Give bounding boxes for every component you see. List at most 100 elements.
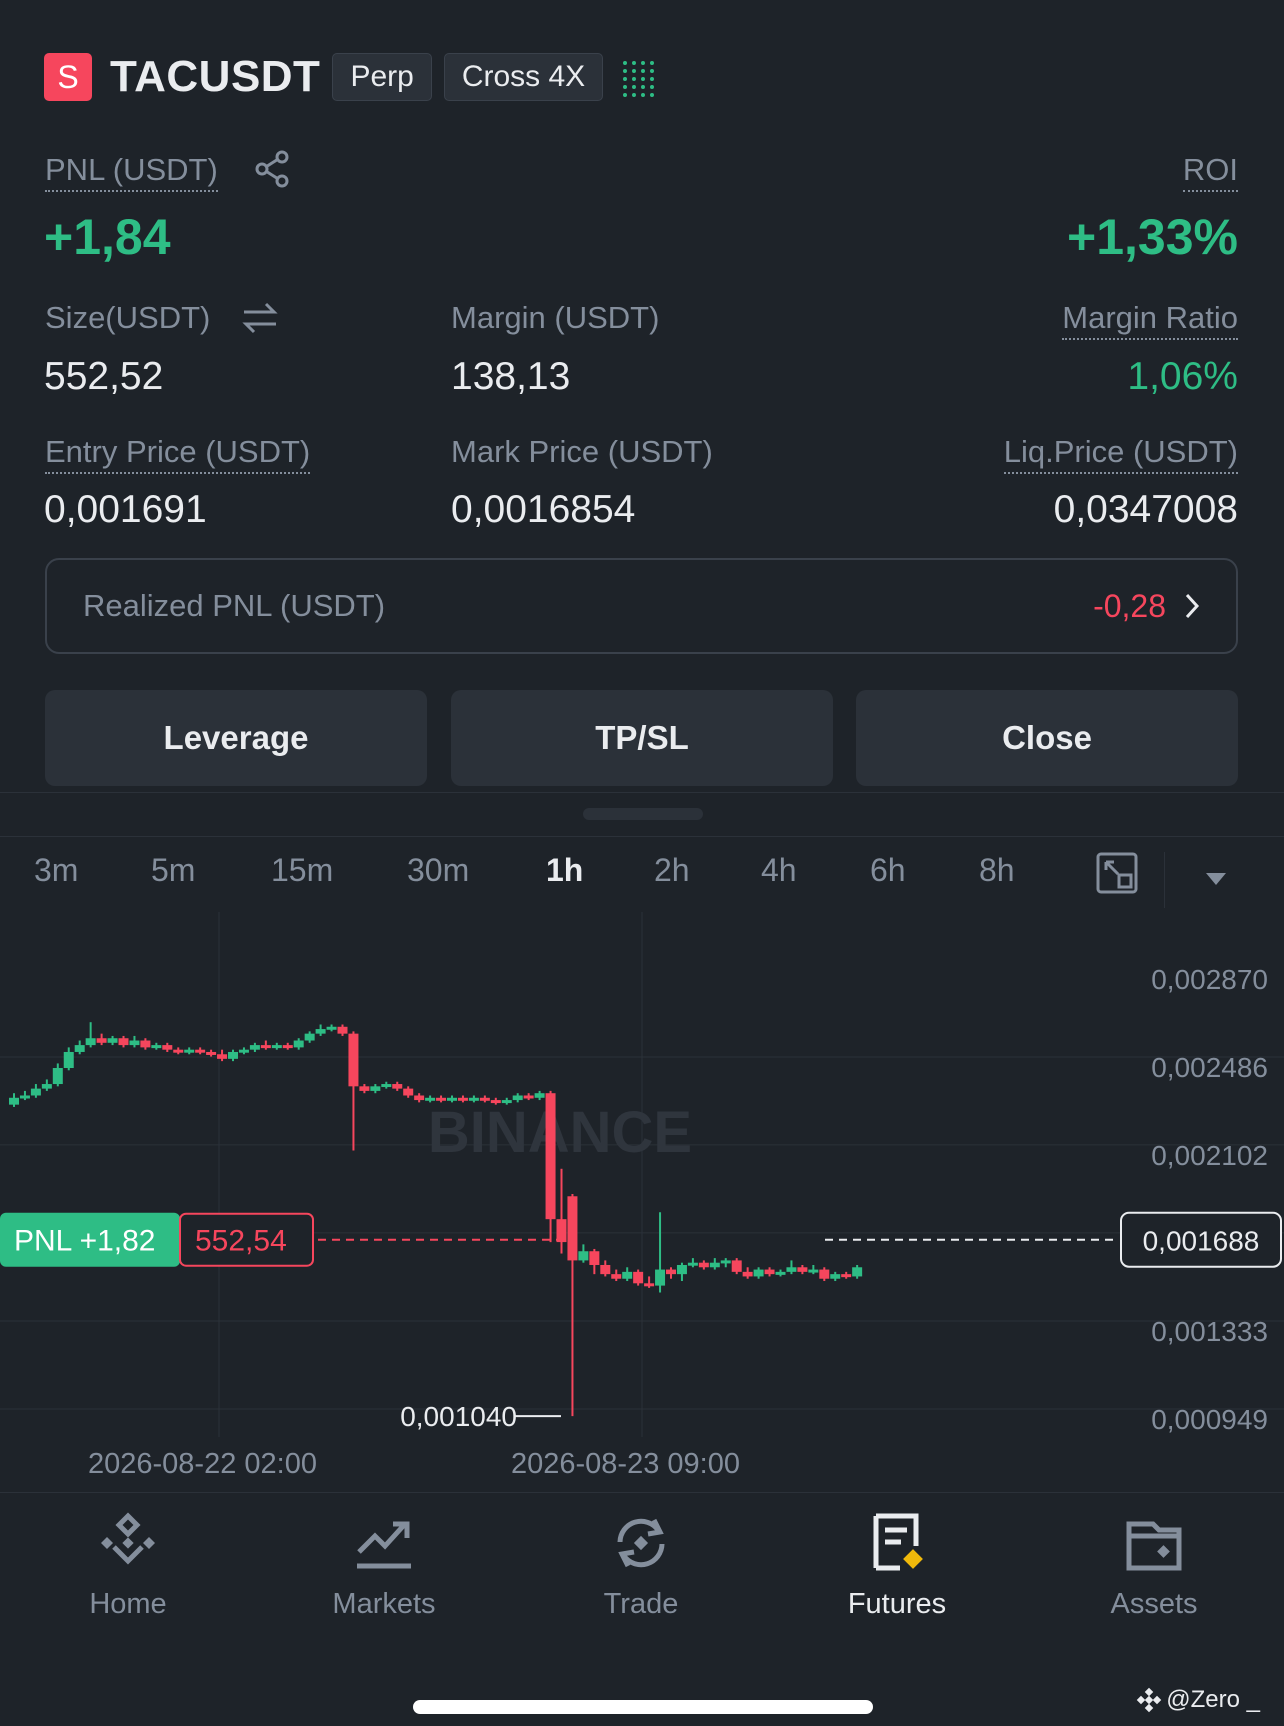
candle — [392, 1081, 403, 1091]
toolbar-divider — [1164, 852, 1165, 908]
candle — [140, 1038, 151, 1050]
home-indicator[interactable] — [413, 1700, 873, 1714]
size-value: 552,52 — [44, 355, 164, 398]
adl-indicator-icon[interactable] — [623, 57, 655, 97]
candle — [545, 1090, 556, 1243]
candle — [304, 1031, 315, 1043]
wallet-icon — [1126, 1521, 1182, 1571]
entry-price-label[interactable]: Entry Price (USDT) — [45, 434, 311, 474]
symbol-badge: S — [44, 53, 92, 101]
timeframe-15m[interactable]: 15m — [271, 852, 333, 889]
candle — [633, 1269, 644, 1286]
timeframe-3m[interactable]: 3m — [34, 852, 78, 889]
candle — [589, 1248, 600, 1275]
candle — [162, 1042, 173, 1052]
fullscreen-icon[interactable] — [1096, 852, 1138, 899]
drag-handle[interactable] — [583, 808, 703, 820]
candle — [293, 1038, 304, 1050]
candle — [797, 1264, 808, 1275]
timeframe-4h[interactable]: 4h — [761, 852, 797, 889]
pnl-label[interactable]: PNL (USDT) — [45, 152, 218, 192]
share-icon[interactable] — [254, 150, 290, 193]
price-tick-label: 0,002486 — [1151, 1052, 1268, 1083]
candle — [85, 1022, 96, 1048]
candle — [709, 1258, 720, 1270]
timeframe-2h[interactable]: 2h — [654, 852, 690, 889]
candle — [414, 1093, 425, 1103]
symbol-name[interactable]: TACUSDT — [110, 52, 320, 102]
candle — [107, 1035, 118, 1046]
candle — [63, 1047, 74, 1071]
candle — [567, 1193, 578, 1417]
timeframe-8h[interactable]: 8h — [979, 852, 1015, 889]
candle — [764, 1267, 775, 1277]
close-position-button[interactable]: Close — [856, 690, 1238, 786]
candle — [195, 1047, 206, 1055]
candle — [96, 1033, 107, 1046]
nav-markets[interactable]: Markets — [284, 1512, 484, 1621]
candle — [19, 1090, 30, 1101]
chart-grid — [0, 912, 1284, 1437]
corner-watermark-text: @Zero _ — [1166, 1686, 1260, 1713]
price-tick-label: 0,002870 — [1151, 964, 1268, 995]
candle — [326, 1024, 337, 1032]
timeframe-1h[interactable]: 1h — [546, 852, 583, 889]
realized-pnl-row[interactable]: Realized PNL (USDT) -0,28 — [45, 558, 1238, 654]
mark-price-label: Mark Price (USDT) — [451, 434, 713, 469]
price-chart[interactable]: BINANCE 0,0028700,0024860,0021020,001718… — [0, 912, 1284, 1452]
candle — [808, 1264, 819, 1275]
roi-value: +1,33% — [1067, 209, 1238, 265]
candle — [260, 1040, 271, 1050]
candle — [381, 1081, 392, 1089]
candle — [841, 1271, 852, 1279]
chevron-down-icon[interactable] — [1205, 872, 1227, 891]
candle — [852, 1264, 863, 1279]
candle — [359, 1084, 370, 1094]
leverage-button[interactable]: Leverage — [45, 690, 427, 786]
candle — [622, 1267, 633, 1282]
perp-tag: Perp — [332, 53, 432, 101]
nav-assets[interactable]: Assets — [1054, 1512, 1254, 1621]
margin-value: 138,13 — [451, 355, 571, 398]
timeframe-30m[interactable]: 30m — [407, 852, 469, 889]
candle — [655, 1212, 666, 1293]
candle — [611, 1269, 622, 1282]
candle — [9, 1093, 19, 1107]
timeframe-5m[interactable]: 5m — [151, 852, 195, 889]
price-axis: 0,0028700,0024860,0021020,0017180,001333… — [1151, 964, 1268, 1435]
roi-label[interactable]: ROI — [1182, 152, 1238, 192]
nav-trade[interactable]: Trade — [541, 1512, 741, 1621]
swap-units-icon[interactable] — [240, 300, 280, 341]
price-tick-label: 0,001333 — [1151, 1316, 1268, 1347]
candle — [534, 1090, 545, 1101]
candle — [337, 1024, 348, 1036]
tpsl-button[interactable]: TP/SL — [451, 690, 833, 786]
candle — [687, 1258, 698, 1268]
nav-home[interactable]: Home — [28, 1512, 228, 1621]
pnl-tag: PNL +1,82 — [14, 1225, 156, 1258]
low-price-label: 0,001040 — [400, 1401, 517, 1432]
margin-ratio-label[interactable]: Margin Ratio — [1062, 300, 1238, 340]
nav-futures[interactable]: Futures — [797, 1512, 997, 1621]
candle — [184, 1047, 195, 1055]
realized-pnl-label: Realized PNL (USDT) — [83, 588, 386, 623]
swap-cycle-icon — [617, 1518, 665, 1568]
current-price-label: 0,001688 — [1143, 1226, 1260, 1257]
candle — [151, 1042, 162, 1050]
candle — [74, 1040, 85, 1055]
timeframe-6h[interactable]: 6h — [870, 852, 906, 889]
candle — [271, 1042, 282, 1050]
date-label-1: 2026-08-22 02:00 — [88, 1448, 317, 1480]
candle — [403, 1086, 414, 1098]
nav-trade-label: Trade — [603, 1588, 679, 1620]
binance-logo-icon — [101, 1512, 155, 1565]
candle — [666, 1267, 676, 1279]
divider — [0, 836, 1284, 837]
pnl-value: +1,84 — [44, 209, 171, 265]
candle — [206, 1049, 217, 1057]
margin-mode-tag[interactable]: Cross 4X — [443, 53, 604, 101]
liq-price-label[interactable]: Liq.Price (USDT) — [1003, 434, 1238, 474]
margin-label: Margin (USDT) — [451, 300, 660, 335]
candle — [129, 1035, 140, 1048]
position-header: S TACUSDT Perp Cross 4X — [44, 50, 655, 104]
